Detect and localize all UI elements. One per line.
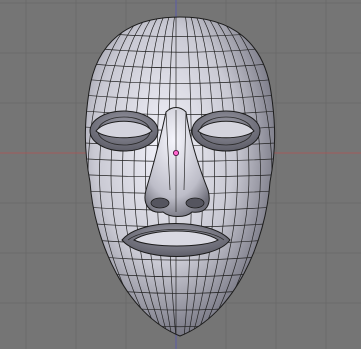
left-eye-socket [89, 110, 159, 152]
right-eye-socket [191, 110, 261, 152]
object-origin-icon[interactable] [172, 149, 179, 156]
3d-viewport[interactable] [0, 0, 361, 349]
face-mesh[interactable] [70, 14, 290, 340]
